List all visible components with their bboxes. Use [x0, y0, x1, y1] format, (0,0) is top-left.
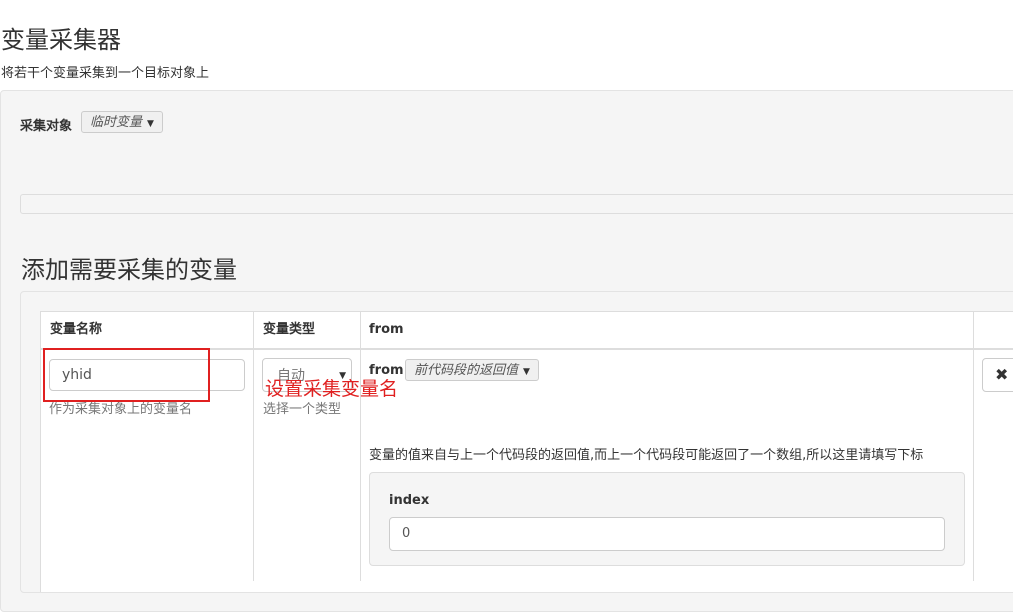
- page-title: 变量采集器: [1, 26, 121, 54]
- header-variable-name: 变量名称: [50, 322, 103, 337]
- header-from: from: [369, 322, 404, 337]
- target-placeholder-box: [20, 194, 1013, 214]
- remove-row-button[interactable]: ✖: [982, 358, 1013, 392]
- from-dropdown[interactable]: 前代码段的返回值 ▼: [405, 359, 539, 381]
- from-dropdown-value: 前代码段的返回值: [414, 363, 519, 378]
- index-input[interactable]: 0: [389, 517, 945, 551]
- from-description: 变量的值来自与上一个代码段的返回值,而上一个代码段可能返回了一个数组,所以这里请…: [369, 448, 924, 463]
- annotation-text: 设置采集变量名: [265, 378, 399, 400]
- column-divider: [253, 311, 254, 581]
- target-dropdown[interactable]: 临时变量 ▼: [81, 111, 163, 133]
- column-divider: [973, 311, 974, 581]
- caret-down-icon: ▼: [147, 119, 154, 129]
- header-variable-type: 变量类型: [263, 322, 316, 337]
- section-title: 添加需要采集的变量: [21, 256, 237, 284]
- annotation-highlight-box: [43, 348, 210, 402]
- page-subtitle: 将若干个变量采集到一个目标对象上: [1, 66, 210, 81]
- close-icon: ✖: [995, 365, 1009, 384]
- caret-down-icon: ▼: [523, 367, 530, 377]
- index-label: index: [389, 493, 430, 508]
- target-dropdown-value: 临时变量: [90, 115, 143, 130]
- column-divider: [360, 311, 361, 581]
- target-label: 采集对象: [20, 119, 73, 134]
